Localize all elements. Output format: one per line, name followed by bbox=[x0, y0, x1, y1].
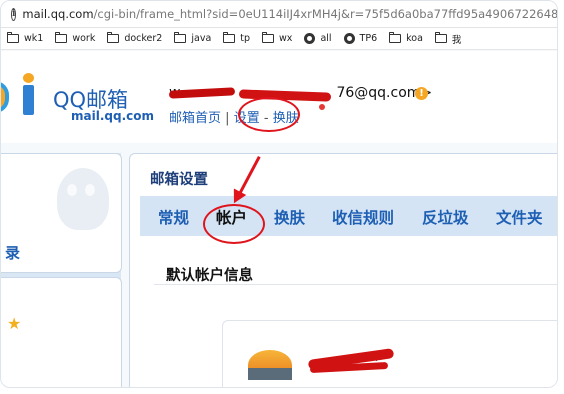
sidebar-card: 录 bbox=[1, 153, 122, 273]
browser-window: i mail.qq.com/cgi-bin/frame_html?sid=0eU… bbox=[0, 0, 558, 388]
settings-title: 邮箱设置 bbox=[150, 172, 208, 188]
penguin-watermark-icon bbox=[57, 168, 109, 230]
tab-skin[interactable]: 换肤 bbox=[274, 206, 305, 228]
sidebar-folder-card: ★ bbox=[1, 277, 122, 387]
folder-icon bbox=[174, 32, 187, 43]
penguin-eye bbox=[85, 184, 95, 196]
bookmark-label: 我 bbox=[451, 34, 462, 46]
settings-panel: 邮箱设置 常规 帐户 换肤 收信规则 反垃圾 文件夹 默认帐户信息 n bbox=[129, 153, 557, 387]
bookmark-all[interactable]: all bbox=[304, 33, 332, 44]
bookmark-label: java bbox=[191, 33, 212, 44]
annotation-circle-account bbox=[203, 204, 265, 244]
tab-anti-spam[interactable]: 反垃圾 bbox=[422, 206, 469, 228]
bookmark-label: wk1 bbox=[24, 33, 44, 44]
bookmark-label: all bbox=[320, 33, 332, 44]
globe-icon bbox=[304, 33, 316, 44]
url-text[interactable]: mail.qq.com/cgi-bin/frame_html?sid=0eU11… bbox=[22, 7, 558, 21]
bookmark-tp6[interactable]: TP6 bbox=[343, 33, 378, 44]
annotation-circle-settings bbox=[238, 97, 300, 132]
folder-icon bbox=[223, 32, 236, 43]
bookmark-work[interactable]: work bbox=[55, 32, 96, 44]
bookmark-me[interactable]: 我 bbox=[434, 32, 462, 46]
bookmark-wk1[interactable]: wk1 bbox=[7, 32, 44, 44]
bookmark-label: docker2 bbox=[124, 33, 163, 44]
folder-icon bbox=[107, 32, 120, 43]
tab-folders[interactable]: 文件夹 bbox=[496, 206, 543, 228]
tab-general[interactable]: 常规 bbox=[158, 206, 189, 228]
bookmark-java[interactable]: java bbox=[174, 32, 212, 44]
bookmark-docker2[interactable]: docker2 bbox=[107, 32, 163, 44]
qq-logo-i-icon bbox=[23, 73, 34, 115]
sidebar-partial-label[interactable]: 录 bbox=[5, 242, 20, 263]
info-icon[interactable]: i bbox=[11, 7, 17, 21]
bookmark-wx[interactable]: wx bbox=[262, 32, 293, 44]
bookmark-koa[interactable]: koa bbox=[389, 32, 423, 44]
penguin-eye bbox=[67, 184, 77, 196]
bookmark-tp[interactable]: tp bbox=[223, 32, 251, 44]
folder-icon bbox=[434, 32, 447, 43]
address-bar[interactable]: i mail.qq.com/cgi-bin/frame_html?sid=0eU… bbox=[1, 1, 557, 28]
notification-dot-icon bbox=[319, 104, 325, 110]
folder-icon bbox=[55, 32, 68, 43]
section-divider bbox=[154, 284, 557, 285]
bookmark-label: wx bbox=[279, 33, 293, 44]
bookmark-label: tp bbox=[240, 33, 251, 44]
qq-logo-icon bbox=[1, 81, 9, 113]
brand-domain: mail.qq.com bbox=[71, 109, 154, 123]
bookmarks-bar: wk1 work docker2 java tp wx all TP6 koa … bbox=[1, 28, 557, 50]
folder-icon bbox=[7, 32, 19, 43]
globe-icon bbox=[343, 33, 355, 44]
tab-mail-rules[interactable]: 收信规则 bbox=[332, 206, 394, 228]
url-host: mail.qq.com bbox=[22, 7, 94, 21]
bookmark-label: TP6 bbox=[359, 33, 378, 44]
url-path: /cgi-bin/frame_html?sid=0eU114iIJ4xrMH4j… bbox=[93, 7, 558, 21]
folder-icon bbox=[262, 32, 275, 43]
mail-header: QQ邮箱 mail.qq.com w76@qq.com> ! 邮箱首页 | 设置… bbox=[1, 51, 557, 143]
star-icon[interactable]: ★ bbox=[7, 314, 21, 333]
settings-tabs: 常规 帐户 换肤 收信规则 反垃圾 文件夹 bbox=[140, 196, 557, 236]
avatar[interactable] bbox=[248, 350, 292, 380]
nav-separator: | bbox=[225, 111, 230, 126]
bookmark-label: work bbox=[72, 33, 96, 44]
nav-home-link[interactable]: 邮箱首页 bbox=[169, 111, 221, 126]
folder-icon bbox=[389, 32, 402, 43]
warning-icon[interactable]: ! bbox=[415, 87, 428, 100]
section-title: 默认帐户信息 bbox=[166, 268, 253, 284]
bookmark-label: koa bbox=[406, 33, 423, 44]
